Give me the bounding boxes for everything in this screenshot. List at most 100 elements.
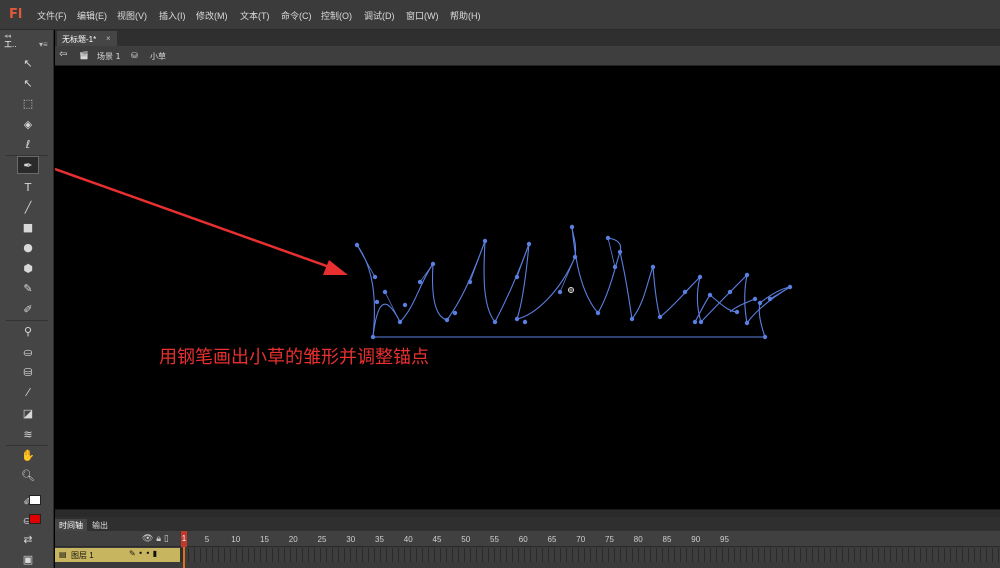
- anchor-point[interactable]: [707, 292, 713, 298]
- 3d-rotation-tool-icon[interactable]: ◈: [17, 115, 39, 133]
- ink-bottle-tool-icon[interactable]: ⛁: [17, 363, 39, 381]
- anchor-point[interactable]: [557, 289, 563, 295]
- menu-commands[interactable]: 命令(C): [281, 9, 312, 22]
- menu-text[interactable]: 文本(T): [240, 9, 270, 22]
- panel-menu-icon[interactable]: ▾≡: [39, 40, 48, 49]
- anchor-point[interactable]: [526, 241, 532, 247]
- eraser-tool-icon[interactable]: ◪: [17, 404, 39, 422]
- brush-tool-icon[interactable]: ✐: [17, 300, 39, 318]
- tools-panel-tab[interactable]: 工..: [4, 39, 26, 49]
- anchor-point[interactable]: [522, 319, 528, 325]
- layer-row[interactable]: ▤ 图层 1 ✎ • • ▮: [55, 548, 1000, 562]
- anchor-point[interactable]: [697, 274, 703, 280]
- anchor-point[interactable]: [430, 261, 436, 267]
- menu-debug[interactable]: 调试(D): [364, 9, 395, 22]
- breadcrumb-scene[interactable]: 场景 1: [97, 51, 121, 62]
- object-drawing-icon[interactable]: ▣: [17, 550, 39, 568]
- anchor-point[interactable]: [692, 319, 698, 325]
- swap-colors-icon[interactable]: ⇄: [17, 530, 39, 548]
- rectangle-tool-icon[interactable]: ■: [17, 218, 39, 236]
- menu-window[interactable]: 窗口(W): [406, 9, 439, 22]
- anchor-point[interactable]: [657, 314, 663, 320]
- anchor-point[interactable]: [595, 310, 601, 316]
- anchor-point[interactable]: [682, 289, 688, 295]
- menu-help[interactable]: 帮助(H): [450, 9, 481, 22]
- anchor-point[interactable]: [482, 238, 488, 244]
- anchor-point[interactable]: [417, 279, 423, 285]
- polystar-tool-icon[interactable]: ⬢: [17, 259, 39, 277]
- frame-number: 25: [317, 535, 327, 544]
- horizontal-scrollbar[interactable]: [55, 509, 1000, 517]
- lasso-tool-icon[interactable]: ℓ: [17, 135, 39, 153]
- frame-number: 15: [260, 535, 269, 544]
- stage-canvas[interactable]: 用钢笔画出小草的雏形并调整锚点: [55, 67, 1000, 509]
- anchor-point[interactable]: [612, 264, 618, 270]
- anchor-point[interactable]: [397, 319, 403, 325]
- anchor-point[interactable]: [752, 296, 758, 302]
- anchor-point[interactable]: [492, 319, 498, 325]
- layer-state-icons[interactable]: ✎ • • ▮: [129, 549, 157, 558]
- anchor-point[interactable]: [650, 264, 656, 270]
- menu-file[interactable]: 文件(F): [37, 9, 67, 22]
- bone-tool-icon[interactable]: ⚲: [17, 322, 39, 340]
- tab-timeline[interactable]: 时间轴: [55, 519, 87, 531]
- line-tool-icon[interactable]: ╱: [17, 198, 39, 216]
- eyedropper-tool-icon[interactable]: ⁄: [17, 383, 39, 401]
- layer-visibility-lock-outline-icons[interactable]: 👁︎ 🔒︎ ▯: [142, 534, 169, 544]
- anchor-point[interactable]: [370, 334, 376, 340]
- anchor-point[interactable]: [617, 249, 623, 255]
- breadcrumb-symbol[interactable]: 小草: [150, 51, 166, 62]
- frame-cells[interactable]: [183, 548, 1000, 562]
- zoom-tool-icon[interactable]: 🔍︎: [17, 466, 39, 484]
- pencil-tool-icon[interactable]: ✎: [17, 279, 39, 297]
- anchor-point[interactable]: [734, 309, 740, 315]
- anchor-point[interactable]: [744, 320, 750, 326]
- anchor-point[interactable]: [569, 224, 575, 230]
- oval-tool-icon[interactable]: ●: [17, 238, 39, 256]
- anchor-point[interactable]: [467, 279, 473, 285]
- anchor-point[interactable]: [354, 242, 360, 248]
- anchor-point[interactable]: [452, 310, 458, 316]
- menu-control[interactable]: 控制(O): [321, 9, 352, 22]
- playhead[interactable]: 1: [181, 531, 187, 568]
- menu-modify[interactable]: 修改(M): [196, 9, 228, 22]
- symbol-icon: ⛁: [131, 51, 138, 60]
- paint-bucket-tool-icon[interactable]: ⛀: [17, 343, 39, 361]
- subselection-tool-icon[interactable]: ↖: [17, 74, 39, 92]
- anchor-point[interactable]: [744, 272, 750, 278]
- back-arrow-icon[interactable]: ⇦: [59, 49, 67, 60]
- anchor-point[interactable]: [374, 299, 380, 305]
- anchor-point[interactable]: [514, 316, 520, 322]
- fill-color-swatch[interactable]: [29, 514, 41, 524]
- anchor-point[interactable]: [757, 300, 763, 306]
- anchor-point[interactable]: [402, 302, 408, 308]
- anchor-point[interactable]: [762, 334, 768, 340]
- menu-insert[interactable]: 插入(I): [159, 9, 186, 22]
- stroke-color-swatch[interactable]: [29, 495, 41, 505]
- layer-label[interactable]: ▤ 图层 1 ✎ • • ▮: [55, 548, 180, 562]
- pen-tool-icon[interactable]: ✒: [17, 156, 39, 174]
- hand-tool-icon[interactable]: ✋: [17, 446, 39, 464]
- selection-tool-icon[interactable]: ↖: [17, 54, 39, 72]
- anchor-point[interactable]: [698, 319, 704, 325]
- anchor-point[interactable]: [727, 289, 733, 295]
- frame-number: 85: [662, 535, 672, 544]
- anchor-point[interactable]: [787, 284, 793, 290]
- text-tool-icon[interactable]: T: [17, 178, 39, 196]
- scene-icon: 🎬︎: [79, 51, 90, 60]
- free-transform-tool-icon[interactable]: ⬚: [17, 94, 39, 112]
- frame-number: 75: [605, 535, 614, 544]
- anchor-point[interactable]: [382, 289, 388, 295]
- anchor-point[interactable]: [572, 254, 578, 260]
- close-tab-icon[interactable]: ×: [106, 34, 111, 43]
- menu-edit[interactable]: 编辑(E): [77, 9, 107, 22]
- width-tool-icon[interactable]: ≋: [17, 425, 39, 443]
- anchor-point[interactable]: [605, 235, 611, 241]
- tab-output[interactable]: 输出: [88, 519, 112, 531]
- anchor-point[interactable]: [767, 296, 773, 302]
- anchor-point[interactable]: [372, 274, 378, 280]
- anchor-point[interactable]: [444, 317, 450, 323]
- menu-view[interactable]: 视图(V): [117, 9, 147, 22]
- anchor-point[interactable]: [514, 274, 520, 280]
- anchor-point[interactable]: [629, 316, 635, 322]
